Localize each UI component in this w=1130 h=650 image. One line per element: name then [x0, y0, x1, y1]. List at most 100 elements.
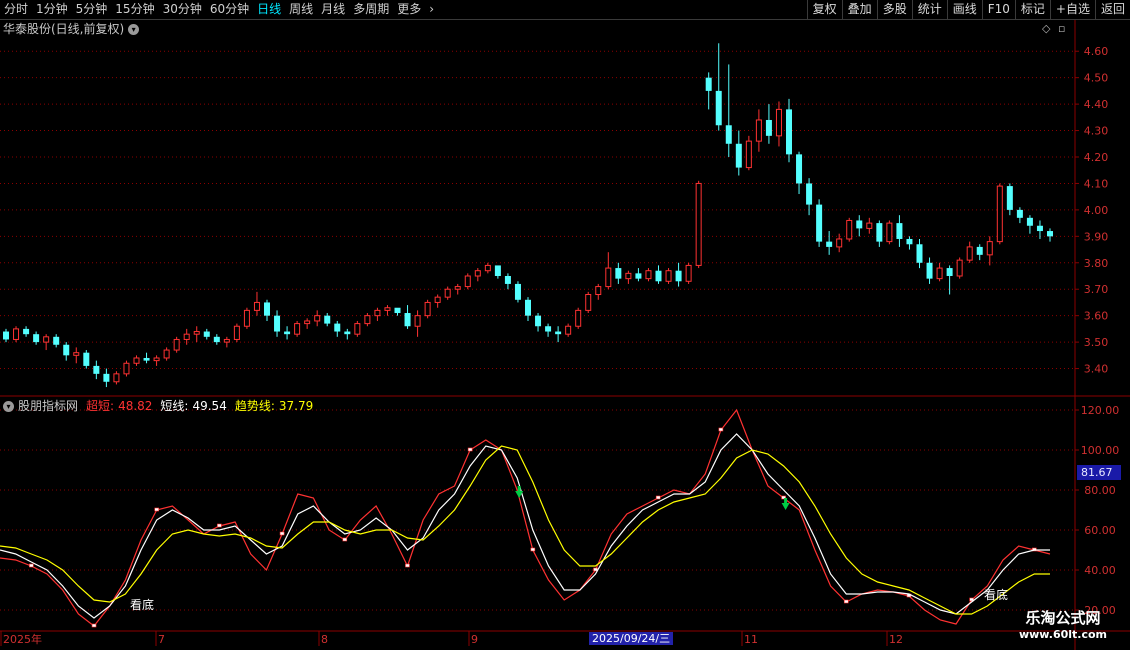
candle-body-down: [896, 223, 903, 239]
period-tab[interactable]: 60分钟: [206, 0, 253, 19]
period-tab[interactable]: 15分钟: [111, 0, 158, 19]
main-chart-title: 华泰股份(日线,前复权) ▾: [3, 21, 140, 37]
short-line-marker: [279, 531, 285, 536]
period-tab[interactable]: 月线: [317, 0, 349, 19]
toolbar: 分时 1分钟 5分钟 15分钟 30分钟 60分钟 日线 周线 月线 多周期 更多 › 复权 叠加 多股统…: [0, 0, 1130, 20]
candle-body-up: [193, 331, 200, 335]
candle-body-up: [434, 296, 441, 303]
toolbar-button[interactable]: F10: [981, 0, 1015, 19]
watermark-title: 乐淘公式网: [1025, 609, 1101, 627]
candle-body-up: [956, 259, 963, 277]
period-tab[interactable]: 多周期: [349, 0, 393, 19]
candle-body-down: [504, 276, 511, 284]
stock-title: 华泰股份(日线,前复权): [3, 22, 125, 36]
price-tick-label: 3.80: [1084, 257, 1109, 270]
collapse-icon[interactable]: ▫: [1058, 22, 1065, 35]
period-tab[interactable]: 分时: [0, 0, 32, 19]
candle-body-down: [725, 125, 732, 144]
indicator-name[interactable]: 股朋指标网: [18, 398, 78, 414]
candle-body-down: [494, 265, 501, 276]
candle-body-down: [806, 183, 813, 205]
candle-body-down: [3, 331, 9, 340]
candle-body-down: [796, 154, 803, 184]
candle-body-up: [474, 270, 481, 277]
candle-body-down: [555, 331, 562, 335]
candle-body-up: [645, 270, 652, 280]
candle-body-up: [966, 246, 973, 261]
candle-body-down: [856, 220, 863, 229]
candle-body-up: [695, 182, 702, 266]
candle-body-up: [13, 328, 20, 340]
right-buttons: 复权 叠加 多股 统计 画线 F10 标记 +自选 返回: [806, 0, 1130, 19]
candle-body-down: [635, 273, 642, 279]
indicator-tick-label: 80.00: [1084, 484, 1116, 497]
candle-body-up: [936, 267, 943, 280]
toolbar-button[interactable]: 标记: [1014, 0, 1050, 19]
mid-line: [0, 433, 1050, 619]
cursor-date-badge: 2025/09/24/三: [589, 632, 674, 645]
candle-body-up: [163, 349, 170, 359]
toolbar-button[interactable]: 叠加: [841, 0, 877, 19]
candle-body-down: [876, 223, 883, 242]
signal-label: 看底: [130, 597, 154, 612]
period-tab[interactable]: 5分钟: [72, 0, 112, 19]
price-tick-label: 4.40: [1084, 98, 1109, 111]
candle-body-down: [535, 315, 542, 327]
period-tab[interactable]: 日线: [253, 0, 285, 19]
toolbar-button[interactable]: 画线: [946, 0, 982, 19]
short-line-marker: [154, 507, 160, 512]
candle-body-down: [334, 323, 341, 332]
candle-body-down: [525, 299, 531, 316]
short-line-marker: [467, 447, 473, 452]
chevron-down-icon[interactable]: ▾: [128, 23, 140, 35]
time-tick-label: 11: [744, 633, 758, 646]
toolbar-button[interactable]: 复权: [806, 0, 842, 19]
price-tick-label: 4.20: [1084, 151, 1109, 164]
price-tick-label: 4.50: [1084, 72, 1109, 85]
chart-canvas[interactable]: 看底看底 4.604.504.404.304.204.104.003.903.8…: [0, 0, 1130, 650]
candle-body-down: [1026, 217, 1033, 226]
candle-body-down: [906, 238, 913, 245]
period-tab[interactable]: 周线: [285, 0, 317, 19]
candle-body-down: [23, 328, 30, 335]
candle-body-up: [585, 294, 592, 311]
candle-body-up: [304, 320, 311, 325]
short-line-marker: [530, 547, 536, 552]
candle-body-up: [464, 275, 471, 288]
chevron-right-icon[interactable]: ›: [425, 0, 438, 19]
candle-body-up: [223, 338, 230, 343]
candle-body-up: [73, 352, 80, 356]
chevron-down-icon[interactable]: ▾: [3, 400, 14, 412]
period-tab[interactable]: 1分钟: [32, 0, 72, 19]
candle-body-down: [394, 307, 401, 314]
watermark: 乐淘公式网 www.60lt.com: [998, 608, 1128, 648]
candle-body-down: [213, 336, 220, 343]
toolbar-button[interactable]: +自选: [1049, 0, 1095, 19]
toolbar-button[interactable]: 返回: [1094, 0, 1130, 19]
candle-body-up: [886, 222, 893, 243]
candle-body-up: [354, 323, 361, 335]
short-line-marker: [217, 523, 222, 528]
period-tab[interactable]: 更多: [393, 0, 425, 19]
toolbar-button[interactable]: 统计: [911, 0, 947, 19]
candle-body-down: [83, 352, 90, 366]
candle-body-up: [294, 323, 301, 335]
period-tab[interactable]: 30分钟: [159, 0, 206, 19]
indicator-tick-label: 60.00: [1084, 524, 1116, 537]
candle-body-up: [364, 315, 371, 325]
short-line-marker: [718, 427, 724, 432]
indicator-tick-label: 120.00: [1081, 404, 1120, 417]
indicator-title: ▾ 股朋指标网 超短: 48.82 短线: 49.54 趋势线: 37.79: [3, 398, 313, 414]
short-line-marker: [29, 563, 34, 568]
candle-body-down: [203, 331, 210, 337]
price-tick-label: 3.40: [1084, 363, 1109, 376]
candle-body-up: [665, 270, 672, 282]
current-value-badge: 81.67: [1077, 465, 1121, 480]
time-tick-label: 7: [158, 633, 165, 646]
toolbar-button[interactable]: 多股: [876, 0, 912, 19]
price-tick-label: 3.60: [1084, 310, 1109, 323]
candle-body-up: [253, 301, 260, 311]
diamond-icon[interactable]: ◇: [1042, 22, 1050, 35]
candle-body-down: [264, 302, 270, 316]
candle-body-up: [484, 264, 491, 272]
